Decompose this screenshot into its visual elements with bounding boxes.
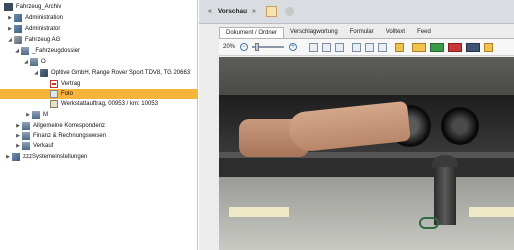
tree-item-administrator[interactable]: ▶ Administrator [0,24,198,34]
disabled-icon [284,7,294,16]
fit-width-icon[interactable] [322,42,332,52]
rotate-left-icon[interactable] [352,42,362,52]
tree-item-werkstattauftrag[interactable]: Werkstattauftrag, 00953 / km: 10053 [0,99,198,109]
expand-right-button[interactable]: » [252,8,256,15]
zoom-slider[interactable] [252,43,285,51]
tree-item-foto[interactable]: Foto [0,89,198,99]
photo-road-stripe [229,207,289,217]
folder-icon [30,58,38,66]
preview-tabs: Dokument / Ordner Verschlagwortung Formu… [219,26,437,38]
collapse-icon[interactable]: ◢ [6,37,14,43]
tree-item-zzzsystemeinstellungen[interactable]: ▶ zzzSystemeinstellungen [0,152,198,162]
preview-header: « Vorschau » [199,0,514,24]
folder-icon [22,142,30,150]
zoom-in-button[interactable]: + [289,43,298,51]
folder-icon [22,122,30,130]
expand-icon[interactable]: ▶ [14,123,22,129]
tree-item-label: Opltive GmbH, Range Rover Sport TDV8, TG… [51,70,191,76]
refresh-icon[interactable] [378,42,388,52]
photo-socket-right [441,107,479,145]
tree-item-label: Allgemeine Korrespondenz [33,123,106,129]
folder-icon [22,132,30,140]
zoom-level: 20% [223,44,236,50]
tree-item-label: Finanz & Rechnungswesen [33,133,107,139]
tree-item-label: Administration [25,15,64,21]
tab-feed[interactable]: Feed [411,27,437,38]
tree-item-label: Fahrzeug_Archiv [16,4,62,10]
admin-icon [14,14,22,22]
expand-icon[interactable]: ▶ [14,143,22,149]
text-dropdown-icon[interactable] [466,42,481,52]
pen-dropdown-icon[interactable] [448,42,463,52]
photo-chain [419,217,439,229]
archive-tree: Fahrzeug_Archiv ▶ Administration ▶ Admin… [0,0,198,250]
expand-icon[interactable]: ▶ [24,112,32,118]
archive-icon [4,3,13,11]
tree-item-label: Werkstattauftrag, 00953 / km: 10053 [61,101,158,107]
tree-item-label: M [43,112,48,118]
tab-dokument-ordner[interactable]: Dokument / Ordner [219,27,285,38]
car-icon [40,69,48,77]
tab-volltext[interactable]: Volltext [380,27,411,38]
preview-toolbar: 20% − + [219,38,514,56]
photo-icon [50,90,58,98]
folder-icon [21,47,29,55]
note-dropdown-icon[interactable] [412,42,427,52]
settings-folder-icon [12,153,20,161]
tab-formular[interactable]: Formular [344,27,380,38]
tree-item-o[interactable]: ◢ O [0,57,198,67]
folder-icon [32,111,40,119]
expand-icon[interactable]: ▶ [6,26,14,32]
photo-road-stripe [469,207,514,217]
highlight-icon[interactable] [265,6,277,17]
fit-page-icon[interactable] [309,42,319,52]
admin-icon [14,25,22,33]
tree-item-label: O [41,59,46,65]
tree-item-allgemeine-korrespondenz[interactable]: ▶ Allgemeine Korrespondenz [0,121,198,131]
tab-verschlagwortung[interactable]: Verschlagwortung [284,27,344,38]
contract-icon [50,80,58,88]
annotation-icon[interactable] [395,42,405,52]
tree-item-administration[interactable]: ▶ Administration [0,13,198,23]
expand-icon[interactable]: ▶ [14,133,22,139]
tree-item-label: Verkauf [33,143,54,149]
tree-item-m[interactable]: ▶ M [0,110,198,120]
tree-item-verkauf[interactable]: ▶ Verkauf [0,141,198,151]
tree-item-vertrag[interactable]: Vertrag [0,79,198,89]
photo-hitch [434,167,456,225]
company-icon [14,36,22,44]
tree-item-finanz-rechnungswesen[interactable]: ▶ Finanz & Rechnungswesen [0,131,198,141]
workshop-order-icon [50,100,58,108]
collapse-icon[interactable]: ◢ [22,59,30,65]
zoom-out-button[interactable]: − [240,43,249,51]
tree-item-label: Fahrzeug AG [25,37,61,43]
marker-dropdown-icon[interactable] [430,42,445,52]
document-preview-photo [219,57,514,250]
photo-wall [219,57,514,95]
tree-item-label: Administrator [25,26,61,32]
tree-item-label: zzzSystemeinstellungen [23,154,88,160]
collapse-icon[interactable]: ◢ [13,48,21,54]
tree-item-vehicle-dossier[interactable]: ◢ Opltive GmbH, Range Rover Sport TDV8, … [0,68,198,78]
expand-icon[interactable]: ▶ [4,154,12,160]
rotate-right-icon[interactable] [365,42,375,52]
tree-item-label: Vertrag [61,81,81,87]
tree-item-fahrzeug-ag[interactable]: ◢ Fahrzeug AG [0,35,198,45]
zoom-slider-thumb[interactable] [255,43,260,51]
preview-panel: « Vorschau » Dokument / Ordner Verschlag… [199,0,514,250]
preview-title: Vorschau [217,8,248,15]
expand-icon[interactable]: ▶ [6,15,14,21]
fit-window-icon[interactable] [335,42,345,52]
tree-item-fahrzeug-archiv[interactable]: Fahrzeug_Archiv [0,2,198,12]
collapse-icon[interactable]: ◢ [32,70,40,76]
tree-item-label: Foto [61,91,74,97]
collapse-left-button[interactable]: « [208,8,212,15]
tree-item-label: _Fahrzeugdossier [32,48,81,54]
stamp-icon[interactable] [484,42,494,52]
tree-item-fahrzeugdossier[interactable]: ◢ _Fahrzeugdossier [0,46,198,56]
